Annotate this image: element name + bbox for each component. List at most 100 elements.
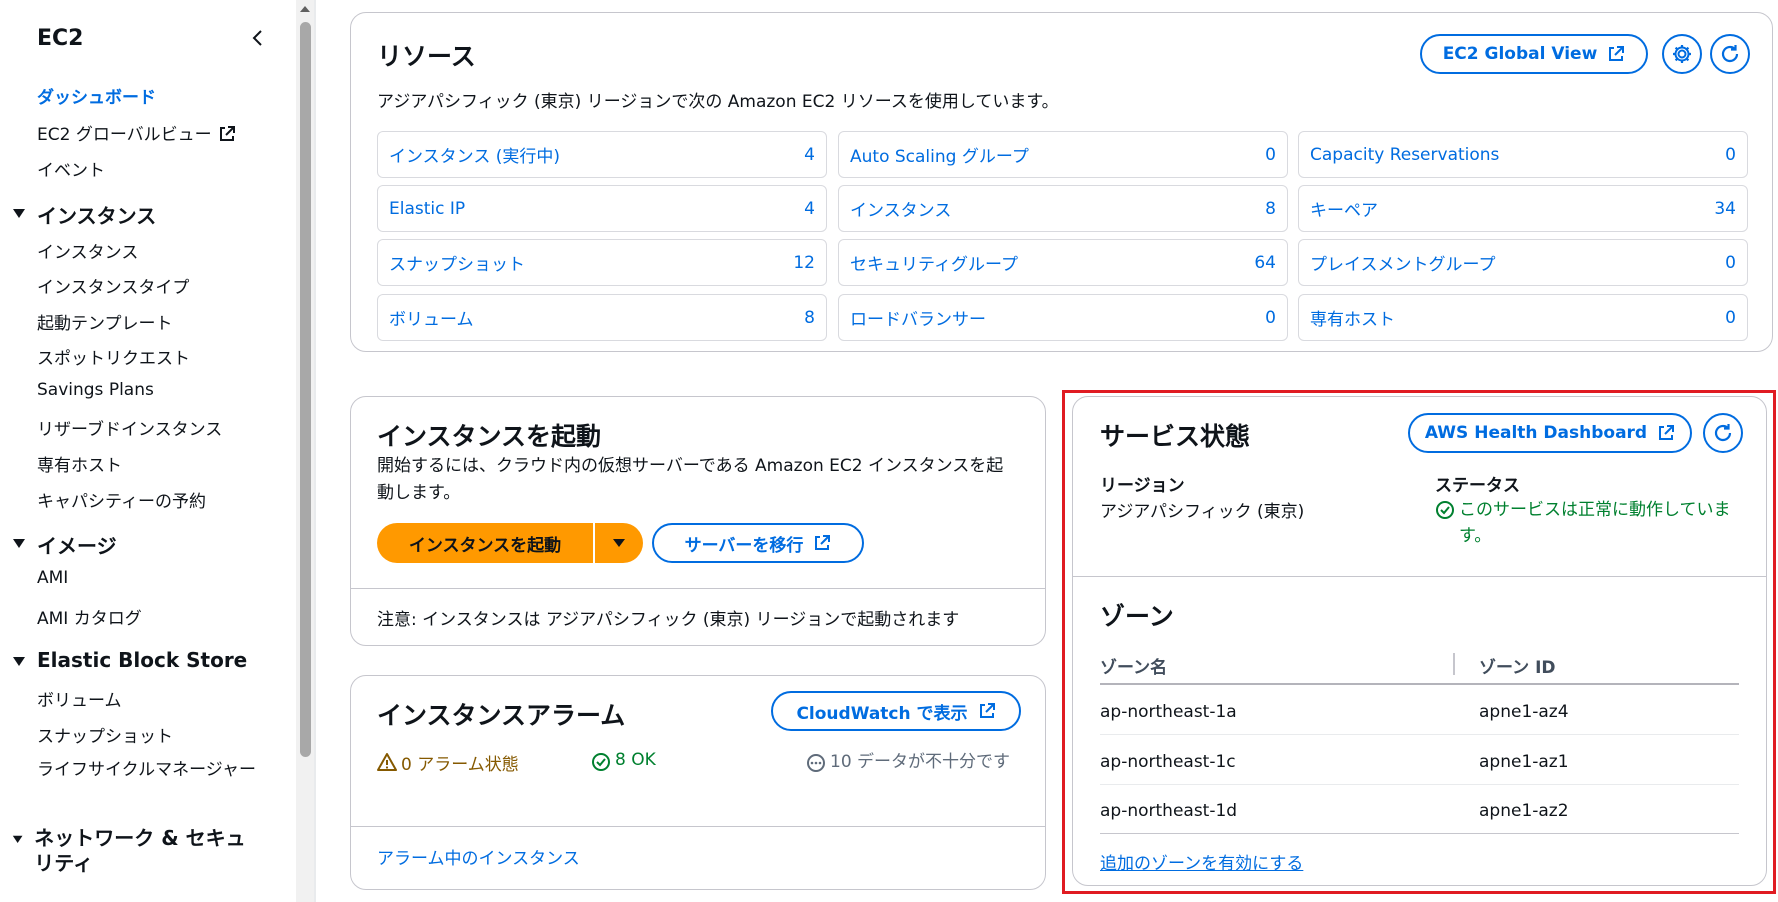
resource-cell[interactable]: ロードバランサー 0 (838, 294, 1288, 341)
resource-cell[interactable]: 専有ホスト 0 (1298, 294, 1748, 341)
service-health-card: サービス状態 AWS Health Dashboard リージョン アジアパシフ… (1072, 396, 1767, 886)
alarm-state-count[interactable]: 0 アラーム状態 (377, 750, 519, 775)
scroll-up-arrow-icon[interactable] (299, 3, 311, 15)
resource-label: プレイスメントグループ (1310, 255, 1496, 275)
resource-label: 専有ホスト (1310, 310, 1395, 330)
status-value: このサービスは正常に動作しています。 (1435, 497, 1740, 549)
external-link-icon (1657, 424, 1675, 442)
sidebar-item-launch-templates[interactable]: 起動テンプレート (37, 309, 173, 334)
gear-icon (1673, 45, 1691, 63)
resource-cell[interactable]: スナップショット 12 (377, 239, 827, 286)
resource-count: 8 (804, 307, 815, 328)
sidebar-item-capacity-reservations[interactable]: キャパシティーの予約 (37, 487, 206, 512)
sidebar-item-dashboard[interactable]: ダッシュボード (37, 83, 156, 108)
sidebar-section-network-security[interactable]: ネットワーク & セキュリティ (12, 826, 252, 876)
warning-icon (377, 753, 397, 771)
status-label: ステータス (1435, 476, 1520, 496)
sidebar-item-events[interactable]: イベント (37, 156, 105, 181)
instances-in-alarm-link[interactable]: アラーム中のインスタンス (377, 844, 580, 869)
sidebar-item-spot-requests[interactable]: スポットリクエスト (37, 344, 190, 369)
sidebar-item-ami[interactable]: AMI (37, 568, 68, 588)
sidebar-section-images[interactable]: イメージ (12, 530, 117, 559)
aws-health-dashboard-button[interactable]: AWS Health Dashboard (1408, 413, 1692, 453)
resource-label: ロードバランサー (850, 310, 986, 330)
resource-count: 0 (1265, 307, 1276, 328)
zone-id: apne1-az1 (1479, 752, 1569, 772)
refresh-icon (1714, 424, 1732, 442)
sidebar-item-dedicated-hosts[interactable]: 専有ホスト (37, 451, 122, 476)
sidebar-item-global-view[interactable]: EC2 グローバルビュー (37, 120, 236, 145)
resource-cell[interactable]: ボリューム 8 (377, 294, 827, 341)
sidebar-item-instance-types[interactable]: インスタンスタイプ (37, 273, 189, 298)
launch-instance-button[interactable]: インスタンスを起動 (377, 523, 593, 563)
insufficient-data-label: 10 データが不十分です (830, 752, 1011, 772)
resource-count: 0 (1725, 307, 1736, 328)
migrate-server-button[interactable]: サーバーを移行 (652, 523, 864, 563)
aws-health-dashboard-label: AWS Health Dashboard (1424, 423, 1648, 443)
resource-cell[interactable]: インスタンス 8 (838, 185, 1288, 232)
view-in-cloudwatch-button[interactable]: CloudWatch で表示 (771, 691, 1021, 731)
refresh-icon (1721, 45, 1739, 63)
sidebar-item-snapshots[interactable]: スナップショット (37, 722, 173, 747)
launch-description: 開始するには、クラウド内の仮想サーバーである Amazon EC2 インスタンス… (377, 456, 1004, 503)
zone-name: ap-northeast-1a (1100, 702, 1237, 722)
resource-cell[interactable]: Auto Scaling グループ 0 (838, 131, 1288, 178)
resource-count: 0 (1725, 252, 1736, 273)
resource-cell[interactable]: Capacity Reservations 0 (1298, 131, 1748, 178)
sidebar-section-ebs[interactable]: Elastic Block Store (12, 648, 247, 672)
ec2-global-view-label: EC2 Global View (1442, 44, 1598, 64)
resource-count: 12 (793, 252, 815, 273)
resource-label: Capacity Reservations (1310, 144, 1500, 165)
sidebar-section-label: ネットワーク & セキュリティ (34, 826, 246, 875)
resource-count: 8 (1265, 198, 1276, 219)
caret-down-icon (12, 835, 23, 844)
caret-down-icon (613, 539, 625, 547)
sidebar-title: EC2 (37, 26, 84, 51)
settings-button[interactable] (1662, 34, 1702, 74)
resource-label: Auto Scaling グループ (850, 147, 1029, 167)
zone-id-column-header[interactable]: ゾーン ID (1479, 653, 1556, 678)
zones-title: ゾーン (1100, 602, 1174, 631)
ok-count[interactable]: 8 OK (591, 750, 656, 772)
insufficient-data-count[interactable]: 10 データが不十分です (806, 750, 1016, 775)
service-health-title: サービス状態 (1100, 422, 1251, 451)
resource-count: 34 (1714, 198, 1736, 219)
resource-cell[interactable]: キーペア 34 (1298, 185, 1748, 232)
resource-count: 4 (804, 144, 815, 165)
sidebar-item-savings-plans[interactable]: Savings Plans (37, 380, 154, 400)
sidebar-item-global-view-label: EC2 グローバルビュー (37, 125, 212, 145)
status-text: このサービスは正常に動作しています。 (1459, 500, 1731, 546)
sidebar-section-label: イメージ (37, 534, 117, 558)
launch-instance-card: インスタンスを起動 開始するには、クラウド内の仮想サーバーである Amazon … (350, 396, 1046, 646)
column-resizer[interactable] (1453, 653, 1455, 675)
region-value: アジアパシフィック (東京) (1100, 502, 1305, 522)
sidebar-item-ami-catalog[interactable]: AMI カタログ (37, 604, 142, 629)
sidebar-item-reserved-instances[interactable]: リザーブドインスタンス (37, 415, 222, 440)
sidebar-scroll-thumb[interactable] (300, 22, 311, 757)
zone-name-column-header[interactable]: ゾーン名 (1100, 653, 1167, 678)
collapse-sidebar-icon[interactable] (246, 26, 270, 50)
launch-options-dropdown[interactable] (595, 523, 643, 563)
ec2-global-view-button[interactable]: EC2 Global View (1420, 34, 1648, 74)
refresh-resources-button[interactable] (1710, 34, 1750, 74)
enable-zones-link[interactable]: 追加のゾーンを有効にする (1100, 849, 1303, 874)
sidebar-item-lifecycle-manager[interactable]: ライフサイクルマネージャー (37, 757, 267, 783)
region-label: リージョン (1100, 476, 1185, 496)
resource-cell[interactable]: セキュリティグループ 64 (838, 239, 1288, 286)
resources-title: リソース (377, 42, 476, 71)
launch-title: インスタンスを起動 (377, 422, 602, 451)
sidebar-item-volumes[interactable]: ボリューム (37, 686, 122, 711)
sidebar-section-instances[interactable]: インスタンス (12, 200, 156, 229)
caret-down-icon (13, 539, 25, 548)
external-link-icon (1607, 45, 1625, 63)
sidebar-item-instances[interactable]: インスタンス (37, 238, 138, 263)
resource-cell[interactable]: インスタンス (実行中) 4 (377, 131, 827, 178)
resource-cell[interactable]: プレイスメントグループ 0 (1298, 239, 1748, 286)
zone-row-divider (1100, 734, 1739, 735)
resource-cell[interactable]: Elastic IP 4 (377, 185, 827, 232)
refresh-health-button[interactable] (1703, 413, 1743, 453)
resource-label: インスタンス (850, 201, 952, 221)
sidebar: EC2 ダッシュボード EC2 グローバルビュー イベント インスタンス インス… (0, 0, 296, 902)
external-link-icon (813, 534, 831, 552)
check-circle-icon (592, 753, 610, 771)
